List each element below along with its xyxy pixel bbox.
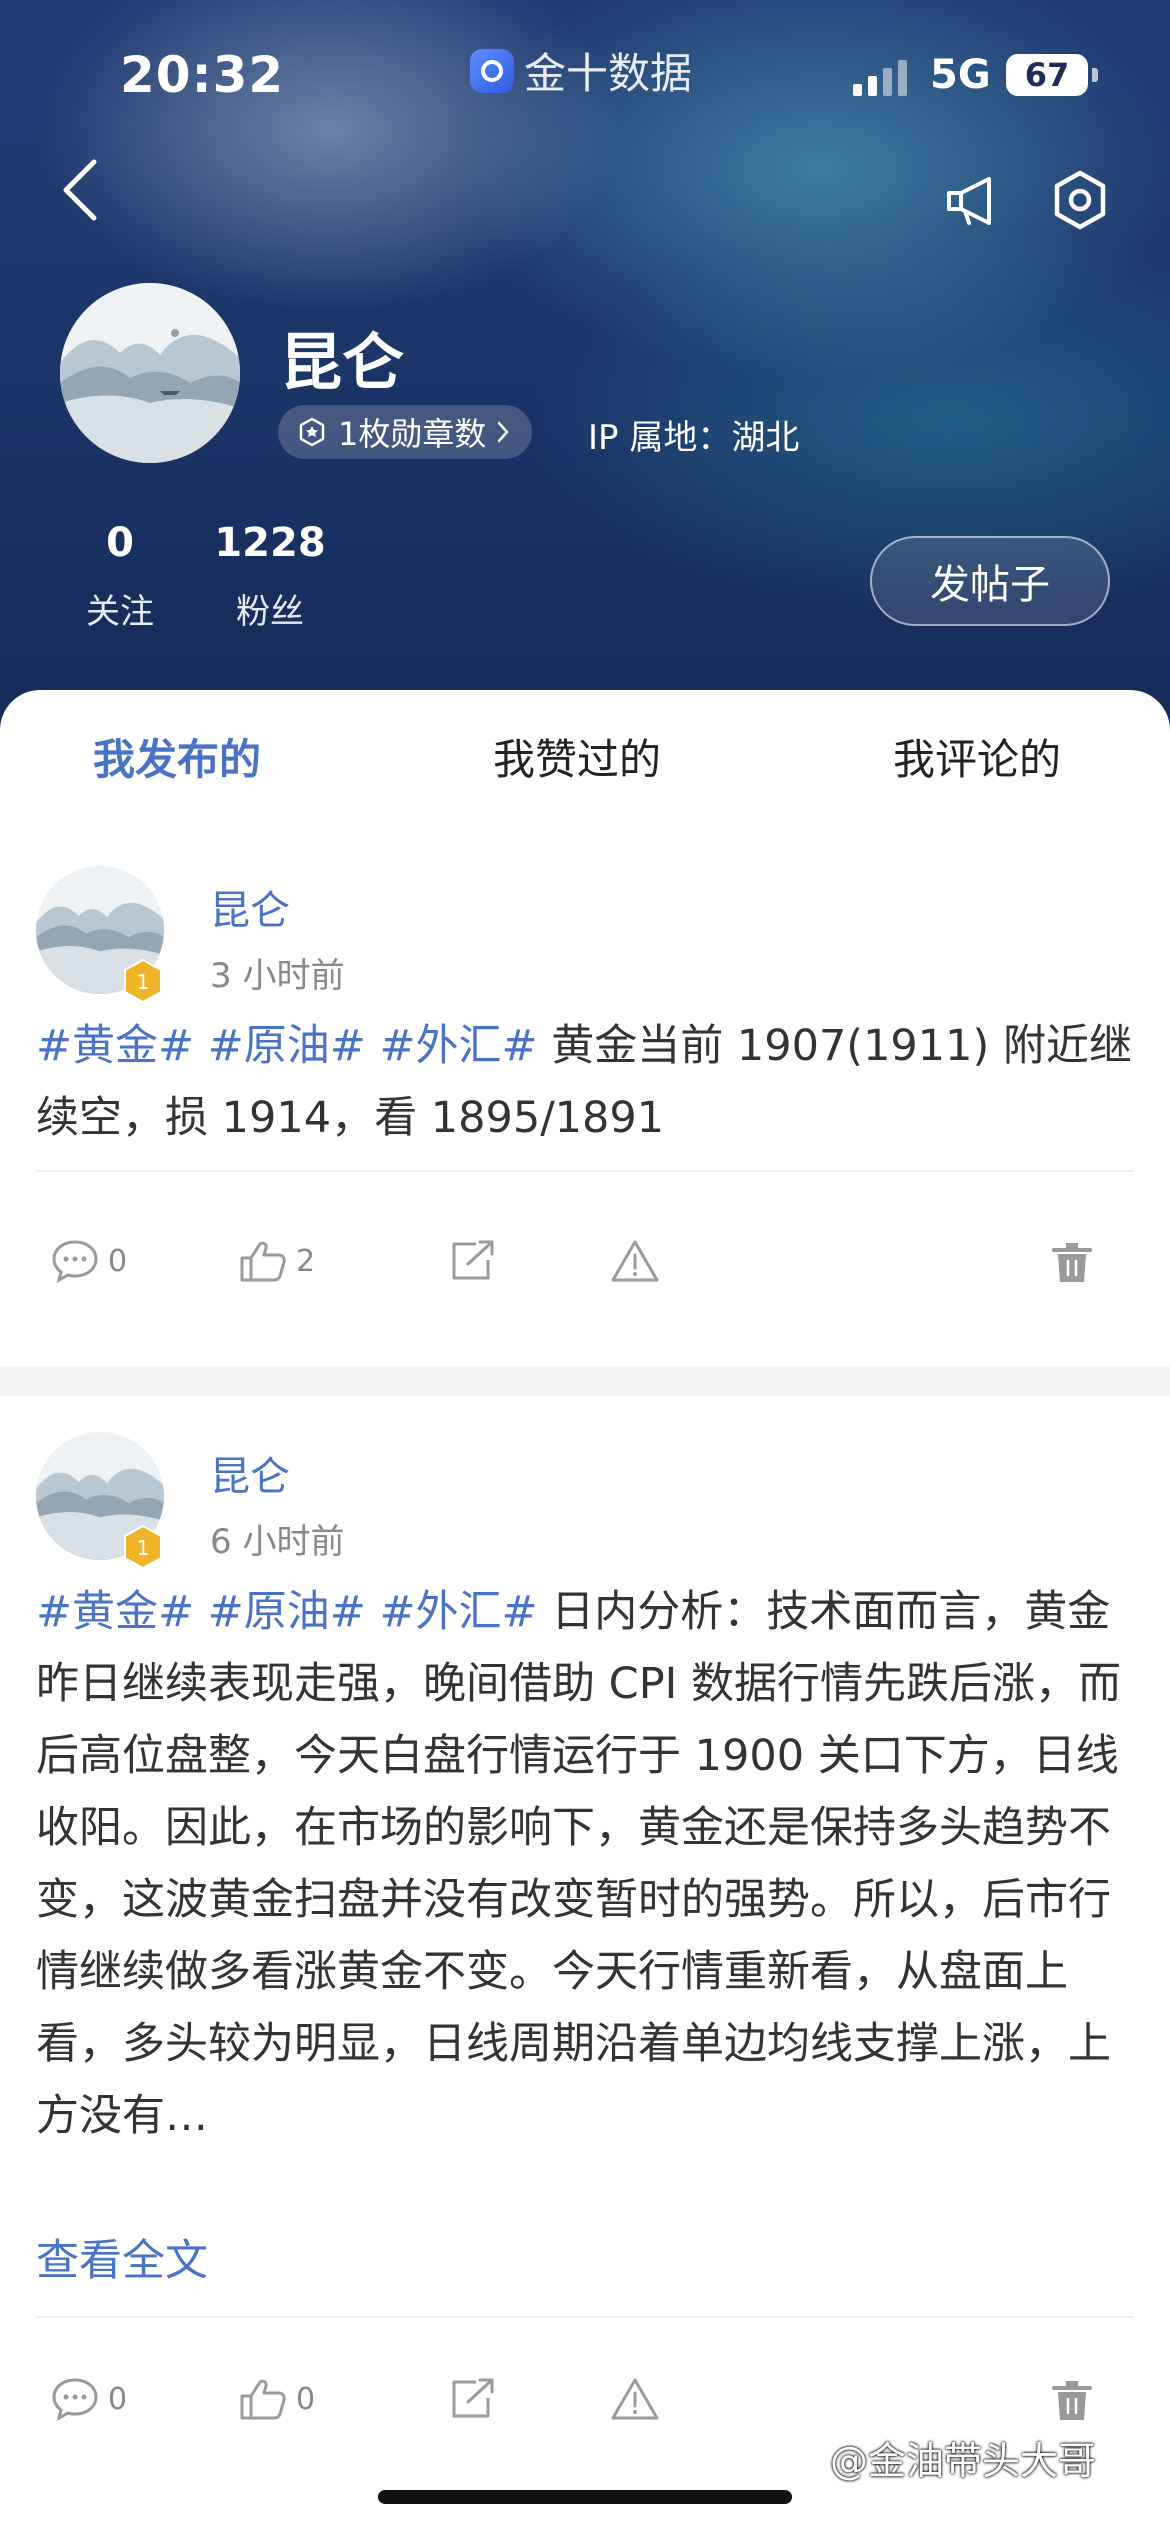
settings-button[interactable] <box>1045 165 1115 235</box>
trash-icon <box>1052 1243 1092 1282</box>
status-time: 20:32 <box>120 46 285 104</box>
content-panel: 我发布的 我赞过的 我评论的 1 昆仑 3 小时前 #黄金# #原油# #外汇#… <box>0 690 1170 2532</box>
signal-icon <box>853 60 907 96</box>
comment-button[interactable]: 0 <box>50 1238 127 1284</box>
back-button[interactable] <box>50 155 110 225</box>
medal-level-icon: 1 <box>124 958 162 1004</box>
comment-icon <box>52 1240 98 1283</box>
share-button[interactable] <box>448 2376 498 2422</box>
profile-tabs: 我发布的 我赞过的 我评论的 <box>0 690 1170 820</box>
settings-hexagon-icon <box>1054 170 1106 230</box>
comment-count: 0 <box>108 2381 128 2417</box>
delete-button[interactable] <box>1050 1240 1094 1286</box>
share-icon <box>452 2378 494 2418</box>
read-more-link[interactable]: 查看全文 <box>36 2226 208 2288</box>
medal-level-text: 1 <box>137 1536 150 1560</box>
comment-count: 0 <box>108 1243 128 1279</box>
like-count: 0 <box>296 2381 316 2417</box>
megaphone-icon <box>947 177 991 225</box>
post-time: 6 小时前 <box>210 1522 345 1562</box>
post-tag[interactable]: #黄金# <box>36 1021 194 1071</box>
report-button[interactable] <box>610 1238 660 1284</box>
tab-my-posts[interactable]: 我发布的 <box>93 726 261 787</box>
followers-label: 粉丝 <box>236 592 304 632</box>
back-arrow-icon <box>63 159 97 221</box>
ip-location: IP 属地：湖北 <box>588 418 800 458</box>
post-text[interactable]: #黄金# #原油# #外汇# 日内分析：技术面而言，黄金昨日继续表现走强，晚间借… <box>36 1576 1136 2152</box>
battery-icon: 67 <box>1006 54 1098 96</box>
battery-level: 67 <box>1024 56 1070 94</box>
like-button[interactable]: 0 <box>238 2376 315 2422</box>
followers-count: 1228 <box>214 520 326 566</box>
warning-icon <box>611 2378 659 2420</box>
like-count: 2 <box>296 1243 316 1279</box>
post-time: 3 小时前 <box>210 956 345 996</box>
divider <box>36 1170 1134 1172</box>
medal-count-badge[interactable]: 1枚勋章数 <box>278 405 533 459</box>
home-indicator[interactable] <box>378 2490 792 2504</box>
tab-liked[interactable]: 我赞过的 <box>493 726 661 787</box>
share-icon <box>452 1240 494 1280</box>
share-button[interactable] <box>448 1238 498 1284</box>
following-label: 关注 <box>86 592 154 632</box>
post-content: 日内分析：技术面而言，黄金昨日继续表现走强，晚间借助 CPI 数据行情先跌后涨，… <box>36 1587 1121 2141</box>
profile-avatar[interactable] <box>60 283 240 463</box>
status-app-name: 金十数据 <box>524 49 693 98</box>
status-app-indicator: 金十数据 <box>470 40 692 101</box>
announcement-button[interactable] <box>940 168 1006 234</box>
divider <box>36 2316 1134 2318</box>
profile-header: 20:32 金十数据 5G 67 昆仑 1枚勋章数 IP 属地：湖北 0 关注 … <box>0 0 1170 760</box>
report-button[interactable] <box>610 2376 660 2422</box>
status-bar: 20:32 金十数据 5G 67 <box>0 0 1170 150</box>
post-tag[interactable]: #原油# <box>208 1021 366 1071</box>
post-author-name[interactable]: 昆仑 <box>210 1444 290 1502</box>
post-author-name[interactable]: 昆仑 <box>210 878 290 936</box>
tab-commented[interactable]: 我评论的 <box>893 726 1061 787</box>
medal-icon <box>299 417 325 447</box>
profile-username: 昆仑 <box>280 326 405 399</box>
medal-count-text: 1枚勋章数 <box>338 415 487 453</box>
following-stat[interactable]: 0 关注 <box>78 520 162 633</box>
post-tag[interactable]: #外汇# <box>379 1587 537 1637</box>
post-separator <box>0 1366 1170 1396</box>
comment-button[interactable]: 0 <box>50 2376 127 2422</box>
thumbs-up-icon <box>240 1241 286 1282</box>
post-content: 黄金当前 1907(1911) 附近继续空，损 1914，看 1895/1891 <box>36 1021 1132 1143</box>
trash-icon <box>1052 2381 1092 2420</box>
post-tag[interactable]: #原油# <box>208 1587 366 1637</box>
followers-stat[interactable]: 1228 粉丝 <box>210 520 330 633</box>
post-text[interactable]: #黄金# #原油# #外汇# 黄金当前 1907(1911) 附近继续空，损 1… <box>36 1010 1136 1154</box>
watermark: @金油带头大哥 <box>830 2439 1097 2483</box>
medal-level-text: 1 <box>137 970 150 994</box>
app-logo-icon <box>470 48 514 93</box>
post-tag[interactable]: #外汇# <box>379 1021 537 1071</box>
chevron-right-icon <box>498 421 510 443</box>
following-count: 0 <box>106 520 134 566</box>
network-type: 5G <box>930 52 991 98</box>
delete-button[interactable] <box>1050 2378 1094 2424</box>
thumbs-up-icon <box>240 2379 286 2420</box>
warning-icon <box>611 1240 659 1282</box>
like-button[interactable]: 2 <box>238 1238 315 1284</box>
post-card: 1 昆仑 6 小时前 #黄金# #原油# #外汇# 日内分析：技术面而言，黄金昨… <box>0 1396 1170 2532</box>
medal-level-icon: 1 <box>124 1524 162 1570</box>
post-card: 1 昆仑 3 小时前 #黄金# #原油# #外汇# 黄金当前 1907(1911… <box>0 830 1170 1366</box>
new-post-button[interactable]: 发帖子 <box>870 536 1110 626</box>
post-tag[interactable]: #黄金# <box>36 1587 194 1637</box>
comment-icon <box>52 2378 98 2421</box>
